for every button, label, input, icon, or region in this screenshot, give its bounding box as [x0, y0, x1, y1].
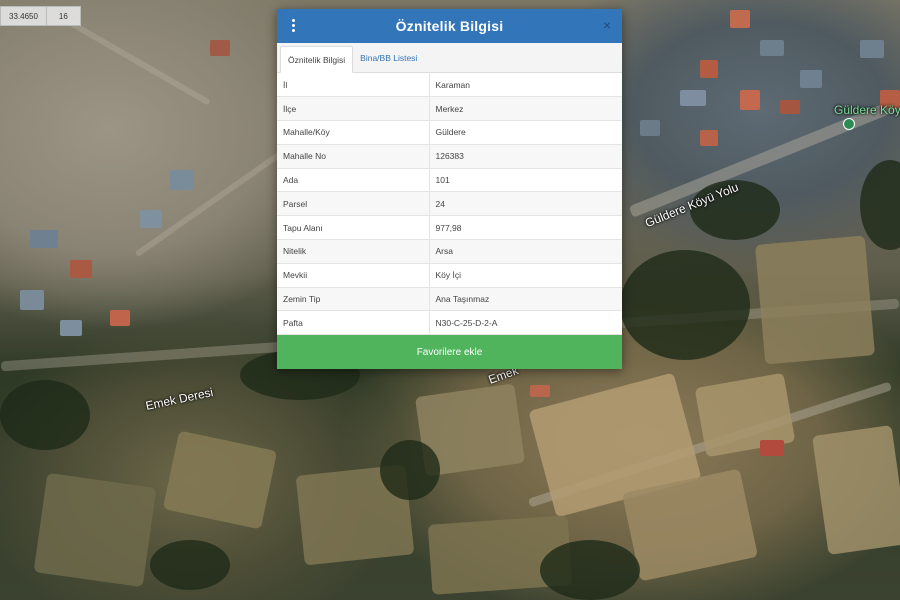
- zoom-level: 16: [58, 12, 68, 21]
- close-icon[interactable]: ×: [600, 18, 614, 32]
- map-label-guldere-koyu-poi: Güldere Köyü M: [834, 103, 900, 117]
- building: [30, 230, 58, 248]
- table-row: İlçe Merkez: [277, 96, 622, 122]
- attribute-value: Karaman: [429, 73, 622, 98]
- attribute-key: Nitelik: [277, 239, 430, 264]
- road: [134, 148, 286, 258]
- panel-header: Öznitelik Bilgisi ×: [277, 9, 622, 43]
- attribute-key: Mahalle/Köy: [277, 120, 430, 145]
- table-row: Mahalle No 126383: [277, 144, 622, 169]
- building: [60, 320, 82, 336]
- tree-cluster: [620, 250, 750, 360]
- attribute-value: Köy İçi: [429, 263, 622, 288]
- attribute-value: 977,98: [429, 215, 622, 241]
- tab-oznitelik-bilgisi[interactable]: Öznitelik Bilgisi: [280, 46, 354, 73]
- attribute-value: Güldere: [429, 120, 622, 145]
- field: [812, 425, 900, 555]
- attribute-key: Pafta: [277, 310, 430, 336]
- map-pin-icon[interactable]: [843, 118, 855, 130]
- attribute-key: Mevkii: [277, 263, 430, 288]
- building: [730, 10, 750, 28]
- building: [210, 40, 230, 56]
- attribute-key: Ada: [277, 168, 430, 193]
- attribute-value: 126383: [429, 144, 622, 169]
- building: [140, 210, 162, 228]
- attribute-key: Mahalle No: [277, 144, 430, 169]
- attribute-info-panel: Öznitelik Bilgisi × Öznitelik Bilgisi Bi…: [277, 9, 622, 369]
- building: [530, 385, 550, 397]
- building: [740, 90, 760, 110]
- building: [170, 170, 194, 190]
- tab-bina-bb-listesi[interactable]: Bina/BB Listesi: [353, 45, 424, 72]
- attribute-key: İl: [277, 73, 430, 98]
- building: [640, 120, 660, 136]
- attribute-value: 101: [429, 168, 622, 193]
- table-row: Mevkii Köy İçi: [277, 263, 622, 288]
- table-row: Zemin Tip Ana Taşınmaz: [277, 287, 622, 312]
- building: [760, 440, 784, 456]
- table-row: Nitelik Arsa: [277, 239, 622, 264]
- table-row: Pafta N30-C-25-D-2-A: [277, 310, 622, 336]
- vertical-dots-icon[interactable]: [289, 18, 297, 34]
- table-row: İl Karaman: [277, 73, 622, 98]
- building: [760, 40, 784, 56]
- coordinate-readout: 33.4650 16: [0, 6, 81, 26]
- attribute-key: Zemin Tip: [277, 287, 430, 312]
- tree-cluster: [540, 540, 640, 600]
- building: [680, 90, 706, 106]
- tree-cluster: [380, 440, 440, 500]
- attribute-value: Ana Taşınmaz: [429, 287, 622, 312]
- add-to-favorites-button[interactable]: Favorilere ekle: [277, 335, 622, 369]
- building: [700, 60, 718, 78]
- building: [780, 100, 800, 114]
- map-label-emek-deresi: Emek Deresi: [144, 385, 215, 413]
- table-row: Mahalle/Köy Güldere: [277, 120, 622, 145]
- attribute-key: Tapu Alanı: [277, 215, 430, 241]
- building: [700, 130, 718, 146]
- field: [162, 430, 278, 530]
- building: [70, 260, 92, 278]
- attribute-value: Merkez: [429, 96, 622, 122]
- tree-cluster: [150, 540, 230, 590]
- table-row: Tapu Alanı 977,98: [277, 215, 622, 241]
- coordinate-value: 33.4650: [1, 7, 47, 25]
- panel-tabs: Öznitelik Bilgisi Bina/BB Listesi: [277, 43, 622, 73]
- tree-cluster: [0, 380, 90, 450]
- attribute-value: N30-C-25-D-2-A: [429, 310, 622, 336]
- attribute-value: 24: [429, 191, 622, 217]
- tree-cluster: [860, 160, 900, 250]
- panel-title: Öznitelik Bilgisi: [395, 18, 504, 34]
- field: [754, 235, 876, 365]
- attribute-key: Parsel: [277, 191, 430, 217]
- table-row: Parsel 24: [277, 191, 622, 217]
- road: [69, 20, 211, 106]
- attribute-key: İlçe: [277, 96, 430, 122]
- building: [110, 310, 130, 326]
- building: [860, 40, 884, 58]
- table-row: Ada 101: [277, 168, 622, 193]
- building: [20, 290, 44, 310]
- attribute-value: Arsa: [429, 239, 622, 264]
- attribute-table: İl Karaman İlçe Merkez Mahalle/Köy Güldere Mah…: [277, 73, 622, 336]
- field: [33, 472, 157, 588]
- building: [800, 70, 822, 88]
